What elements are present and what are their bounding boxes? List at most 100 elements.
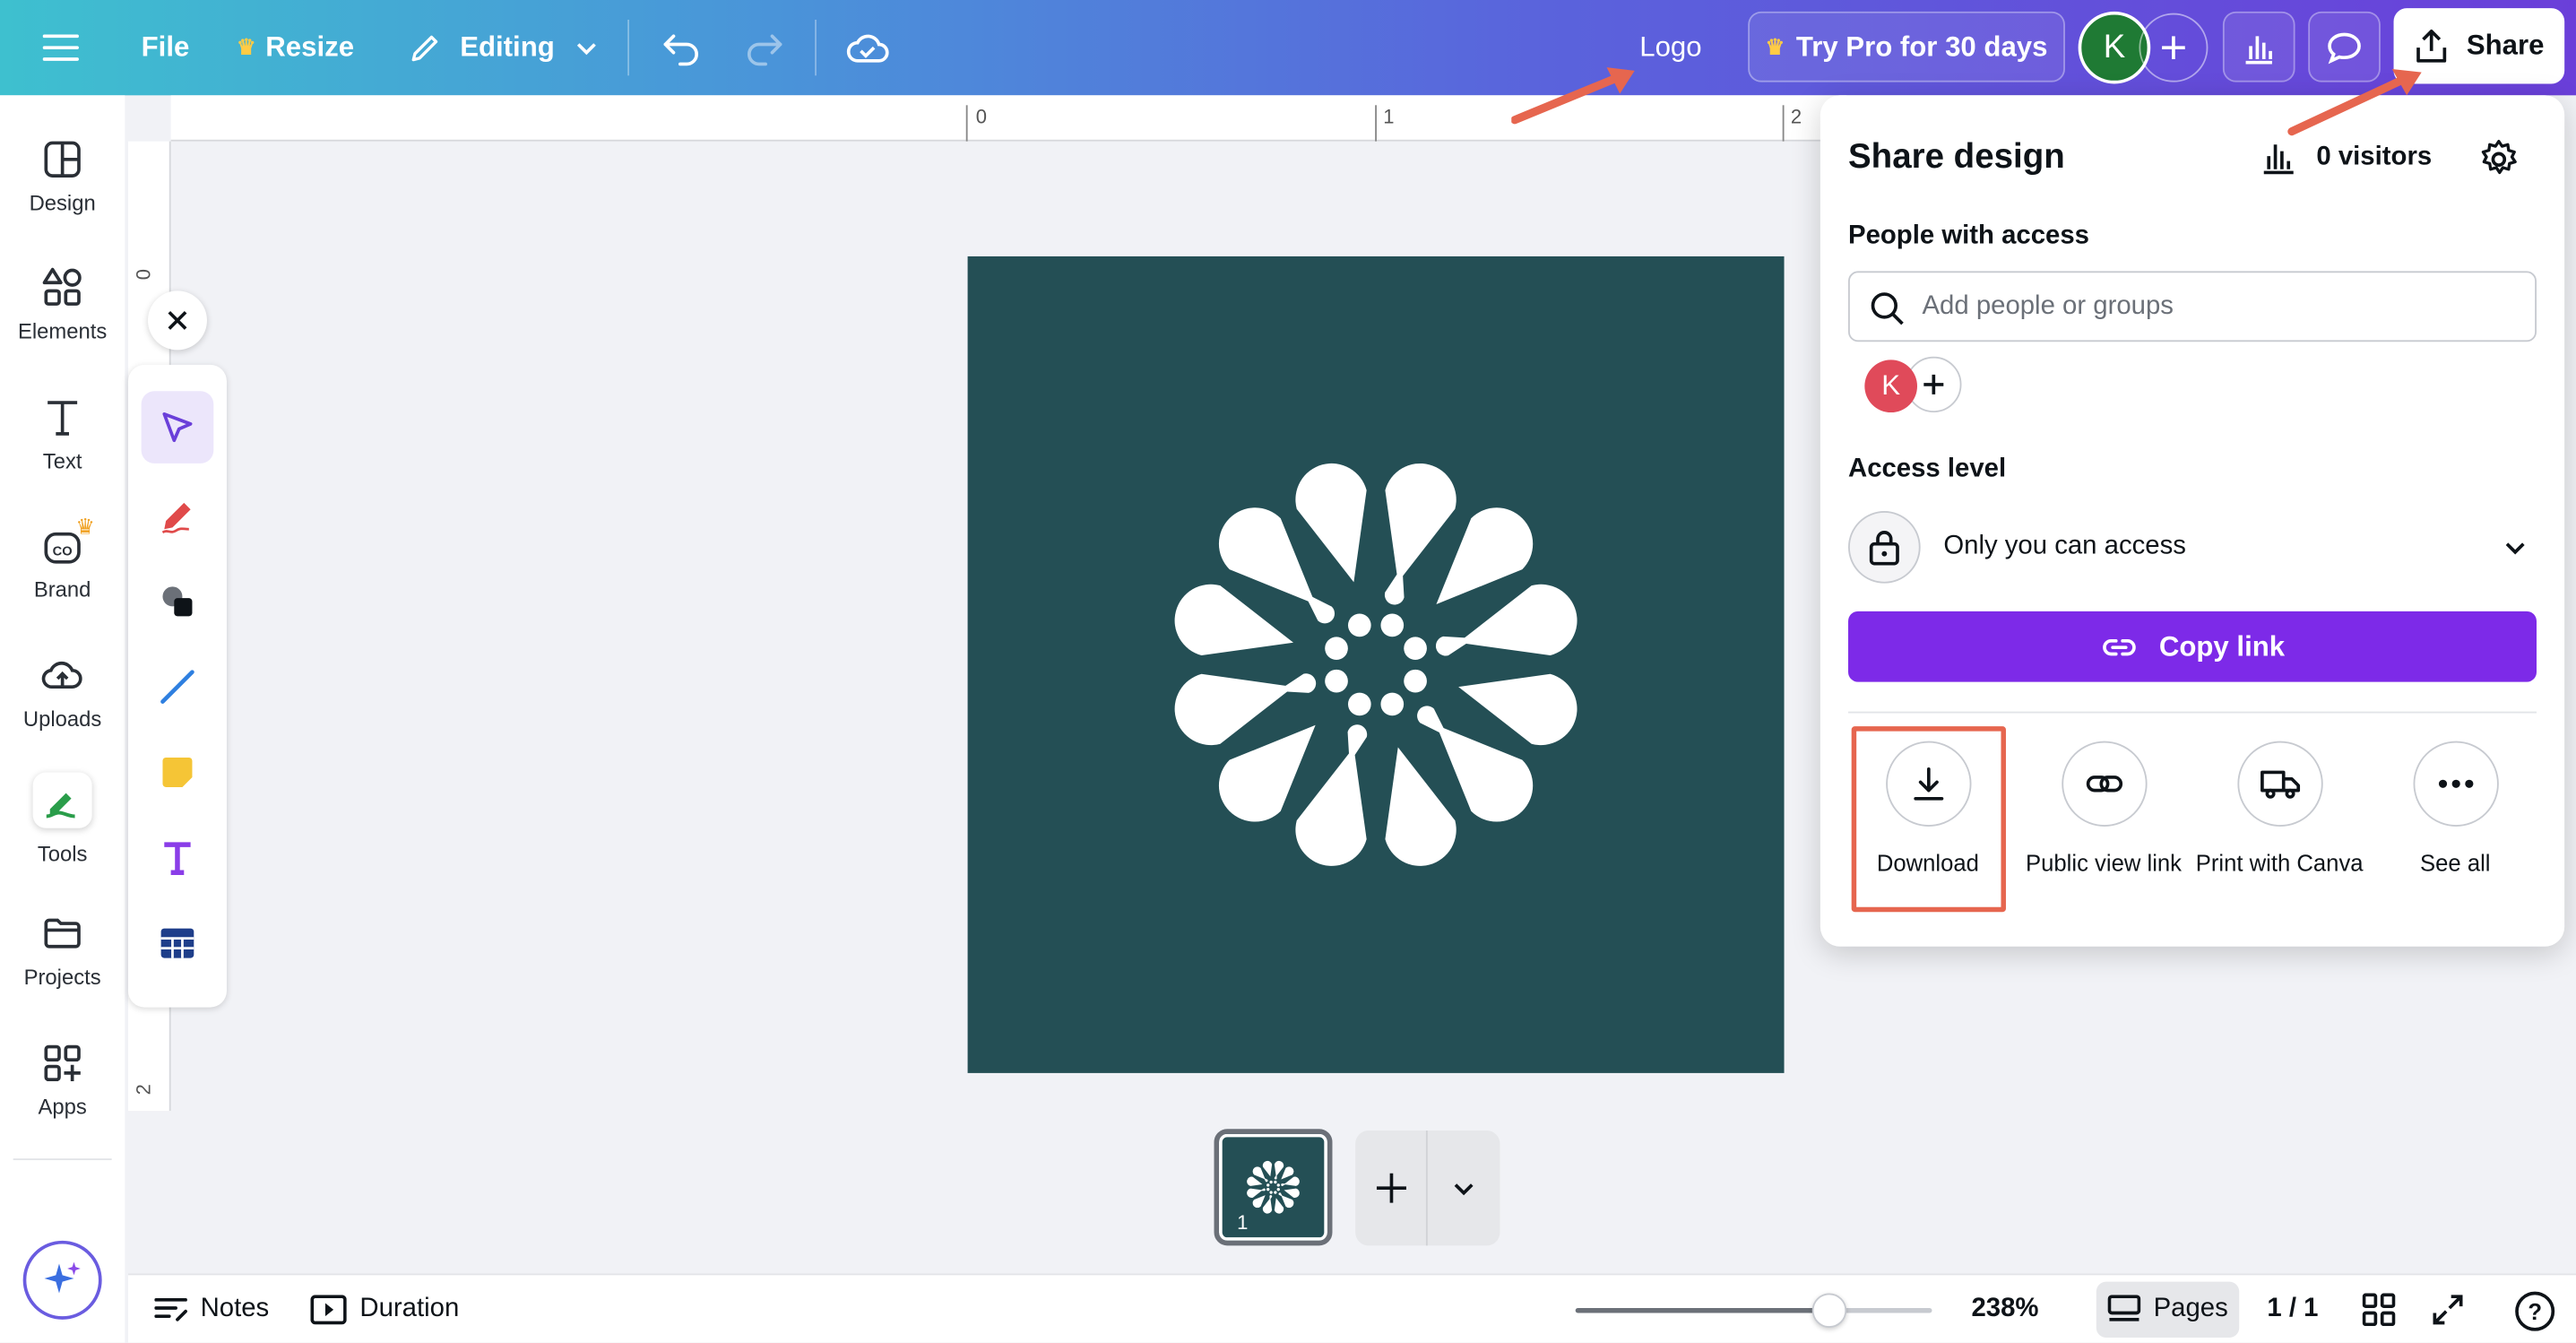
print-with-canva-option[interactable]: Print with Canva xyxy=(2191,741,2367,878)
flower-drop xyxy=(1435,636,1474,656)
redo-icon[interactable] xyxy=(742,0,785,95)
sidebar-item-label: Brand xyxy=(33,576,91,602)
doc-title[interactable]: Logo xyxy=(1639,0,1701,95)
magic-assistant-button[interactable] xyxy=(22,1240,102,1320)
close-tools-button[interactable] xyxy=(147,290,207,351)
flower-drop xyxy=(1263,1177,1268,1183)
access-level-select[interactable]: Only you can access xyxy=(1848,509,2537,585)
flower-dot xyxy=(1380,613,1405,637)
menu-icon[interactable] xyxy=(42,0,79,95)
visitors-counter[interactable]: 0 visitors xyxy=(2260,140,2432,176)
flower-dot xyxy=(1276,1187,1280,1191)
sidebar-item-brand[interactable]: CO ♛ Brand xyxy=(0,515,125,639)
ruler-tick: 2 xyxy=(1790,105,1802,128)
plus-icon xyxy=(1376,1173,1406,1203)
zoom-slider-thumb[interactable] xyxy=(1811,1293,1847,1328)
flower-drop xyxy=(1303,593,1336,624)
fullscreen-icon[interactable] xyxy=(2432,1275,2465,1342)
resize-label: Resize xyxy=(265,30,355,63)
sidebar-item-label: Elements xyxy=(17,318,108,344)
undo-icon[interactable] xyxy=(661,0,704,95)
table-tool[interactable] xyxy=(142,907,214,980)
editing-mode-dropdown[interactable]: Editing xyxy=(408,0,598,95)
flower-logo xyxy=(1174,463,1578,866)
close-icon xyxy=(168,310,187,330)
see-all-option[interactable]: See all xyxy=(2367,741,2543,878)
page-options-button[interactable] xyxy=(1428,1131,1500,1245)
sidebar-item-label: Apps xyxy=(38,1094,87,1120)
flower-petal xyxy=(1174,673,1293,746)
notes-button[interactable]: Notes xyxy=(154,1275,269,1342)
flower-drop xyxy=(1384,566,1405,605)
flower-dot xyxy=(1269,1180,1273,1184)
duration-button[interactable]: Duration xyxy=(310,1275,459,1342)
plus-icon xyxy=(2162,36,2185,59)
sidebar-item-tools[interactable]: Tools xyxy=(0,772,125,887)
sidebar-item-apps[interactable]: Apps xyxy=(0,1042,125,1157)
line-tool[interactable] xyxy=(142,651,214,723)
flower-drop xyxy=(1347,724,1368,764)
sidebar-item-projects[interactable]: Projects xyxy=(0,912,125,1027)
add-collaborator-button[interactable] xyxy=(2139,13,2209,82)
cloud-save-icon[interactable] xyxy=(844,0,890,95)
link-icon xyxy=(2061,741,2147,827)
design-page[interactable] xyxy=(967,256,1785,1073)
elements-icon xyxy=(42,267,82,306)
page-count[interactable]: 1 / 1 xyxy=(2267,1275,2318,1342)
flower-petal xyxy=(1284,1188,1300,1198)
crown-icon: ♛ xyxy=(1765,33,1785,59)
annotation-arrow-share xyxy=(2286,65,2444,138)
top-bar: File ♛ Resize Editing Logo ♛ Try Pro for… xyxy=(0,0,2576,96)
zoom-level[interactable]: 238% xyxy=(1971,1275,2038,1342)
ruler-tick: 0 xyxy=(132,268,155,281)
sidebar-item-label: Text xyxy=(42,448,82,473)
divider xyxy=(627,19,630,76)
zoom-slider[interactable] xyxy=(1575,1293,1932,1328)
share-design-panel: Share design 0 visitors People with acce… xyxy=(1820,95,2565,947)
notes-label: Notes xyxy=(200,1295,270,1323)
sidebar-item-uploads[interactable]: Uploads xyxy=(0,654,125,768)
shapes-icon xyxy=(162,586,193,617)
sidebar-item-design[interactable]: Design xyxy=(0,138,125,253)
comment-icon xyxy=(2328,31,2361,64)
left-sidebar: Design Elements Text CO ♛ Brand Uploads … xyxy=(0,95,125,1343)
insights-button[interactable] xyxy=(2222,11,2295,82)
flower-drop xyxy=(1278,1192,1284,1197)
flower-petal xyxy=(1281,1195,1294,1209)
projects-icon xyxy=(44,918,81,949)
sidebar-item-elements[interactable]: Elements xyxy=(0,266,125,381)
download-highlight xyxy=(1851,726,2006,913)
copy-link-button[interactable]: Copy link xyxy=(1848,611,2537,682)
pages-button[interactable]: Pages xyxy=(2096,1281,2240,1338)
file-menu[interactable]: File xyxy=(142,0,190,95)
help-icon[interactable]: ? xyxy=(2515,1291,2555,1331)
lock-icon xyxy=(1848,511,1921,584)
public-view-link-option[interactable]: Public view link xyxy=(2016,741,2191,878)
flower-drop xyxy=(1277,673,1317,693)
truck-icon xyxy=(2236,741,2322,827)
flower-petal xyxy=(1262,1198,1273,1214)
flower-dot xyxy=(1269,1191,1273,1194)
pen-tool[interactable] xyxy=(142,480,214,552)
flower-dot xyxy=(1266,1183,1270,1187)
flower-dot xyxy=(1404,637,1427,661)
sticky-note-tool[interactable] xyxy=(142,736,214,809)
shapes-tool[interactable] xyxy=(142,566,214,638)
select-tool[interactable] xyxy=(141,391,214,464)
sidebar-item-text[interactable]: Text xyxy=(0,396,125,511)
divider xyxy=(815,19,817,76)
panel-title: Share design xyxy=(1848,137,2065,177)
more-icon xyxy=(2412,741,2498,827)
flower-petal xyxy=(1295,747,1367,866)
chevron-down-icon xyxy=(576,43,596,56)
grid-view-icon[interactable] xyxy=(2362,1275,2396,1342)
add-people-input[interactable]: Add people or groups xyxy=(1848,271,2537,342)
person-avatar[interactable]: K xyxy=(1864,360,1917,413)
text-tool[interactable] xyxy=(142,821,214,894)
flower-petal xyxy=(1436,724,1534,822)
add-page-button[interactable] xyxy=(1355,1131,1428,1246)
settings-icon[interactable] xyxy=(2477,138,2520,189)
resize-button[interactable]: ♛ Resize xyxy=(237,0,354,95)
page-thumbnail[interactable]: 1 xyxy=(1214,1129,1333,1246)
try-pro-button[interactable]: ♛ Try Pro for 30 days xyxy=(1748,11,2065,82)
